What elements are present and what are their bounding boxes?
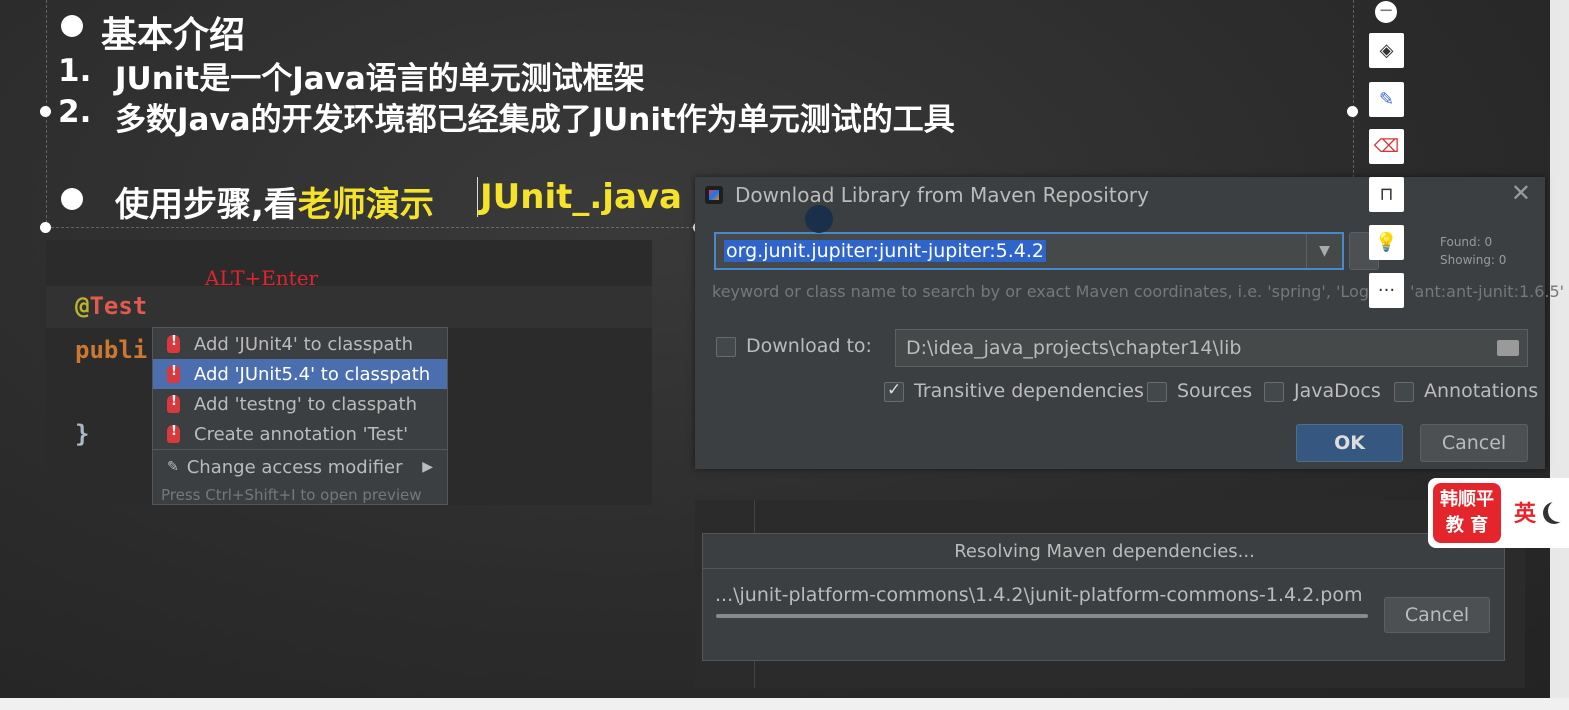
window-edge <box>1550 0 1569 698</box>
cancel-button[interactable]: Cancel <box>1420 424 1528 462</box>
minus-icon[interactable]: − <box>1375 1 1397 23</box>
error-bulb-icon <box>167 364 180 383</box>
intention-label: Add 'testng' to classpath <box>194 393 417 415</box>
sources-label: Sources <box>1177 380 1253 402</box>
search-hint: keyword or class name to search by or ex… <box>712 282 1565 301</box>
intention-actions-popup: Add 'JUnit4' to classpath Add 'JUnit5.4'… <box>152 327 448 505</box>
javadocs-checkbox[interactable] <box>1264 382 1284 402</box>
intention-label: Change access modifier <box>186 456 403 478</box>
submenu-arrow-icon: ▶ <box>422 459 433 475</box>
close-icon[interactable]: ✕ <box>1511 179 1531 207</box>
resolving-title: Resolving Maven dependencies... <box>954 541 1255 562</box>
logo-line-1: 韩顺平 <box>1440 489 1494 510</box>
intention-add-testng[interactable]: Add 'testng' to classpath <box>153 389 447 419</box>
point-1-text: JUnit是一个Java语言的单元测试框架 <box>115 61 645 97</box>
intention-create-annotation[interactable]: Create annotation 'Test' <box>153 419 447 449</box>
intention-label: Add 'JUnit5.4' to classpath <box>194 363 431 385</box>
showing-count: Showing: 0 <box>1440 253 1507 267</box>
intention-add-junit5[interactable]: Add 'JUnit5.4' to classpath <box>153 359 447 389</box>
window-edge-bottom <box>0 698 1569 710</box>
resolving-dependencies-dialog: Resolving Maven dependencies... ...\juni… <box>702 533 1505 661</box>
frame-icon[interactable]: ⊓ <box>1369 177 1404 212</box>
slide-heading: 基本介绍 <box>101 15 246 56</box>
error-bulb-icon <box>167 394 180 413</box>
shortcut-annotation: ALT+Enter <box>205 266 319 290</box>
lightbulb-icon[interactable]: 💡 <box>1369 225 1404 260</box>
preview-hint: Press Ctrl+Shift+I to open preview <box>161 486 422 504</box>
point-2-text: 多数Java的开发环境都已经集成了JUnit作为单元测试的工具 <box>115 102 955 138</box>
bullet-icon <box>61 15 83 37</box>
download-to-checkbox[interactable] <box>716 337 736 357</box>
search-value: org.junit.jupiter:junit-jupiter:5.4.2 <box>724 240 1046 262</box>
brand-logo: 韩顺平 教 育 英 <box>1428 478 1569 548</box>
usage-highlight: 老师演示 <box>297 185 434 225</box>
mouse-cursor-icon <box>805 205 833 233</box>
resolving-path: ...\junit-platform-commons\1.4.2\junit-p… <box>715 584 1363 606</box>
code-annotation: @Test <box>75 292 147 320</box>
dialog-divider <box>703 568 1504 569</box>
code-closing-brace: } <box>75 420 90 448</box>
code-line-public: publi <box>75 336 148 364</box>
resolving-progress-bar <box>716 614 1368 618</box>
progress-fill <box>716 614 1368 618</box>
point-1-number: 1. <box>58 53 92 89</box>
sources-checkbox[interactable] <box>1147 382 1167 402</box>
intention-change-access-modifier[interactable]: ✎ Change access modifier ▶ <box>153 452 447 482</box>
more-icon[interactable]: ··· <box>1369 273 1404 308</box>
annotations-label: Annotations <box>1424 380 1539 402</box>
resize-handle[interactable] <box>40 106 51 117</box>
logo-line-2: 教 育 <box>1445 515 1489 536</box>
logo-badge: 韩顺平 教 育 <box>1433 483 1501 543</box>
download-path-value: D:\idea_java_projects\chapter14\lib <box>906 337 1242 359</box>
pencil-icon: ✎ <box>167 459 179 475</box>
annotation-at: @ <box>75 292 90 320</box>
usage-line: 使用步骤,看老师演示 <box>115 177 434 226</box>
moon-icon <box>1548 500 1569 522</box>
intention-add-junit4[interactable]: Add 'JUnit4' to classpath <box>153 329 447 359</box>
annotations-checkbox[interactable] <box>1394 382 1414 402</box>
maven-search-input[interactable]: org.junit.jupiter:junit-jupiter:5.4.2 ▼ <box>714 232 1344 270</box>
found-count: Found: 0 <box>1440 235 1493 249</box>
brush-icon[interactable]: ✎ <box>1369 82 1404 117</box>
ok-button[interactable]: OK <box>1296 424 1403 462</box>
transitive-dependencies-checkbox[interactable] <box>884 380 904 402</box>
download-to-label: Download to: <box>746 335 872 357</box>
error-bulb-icon <box>167 424 180 443</box>
eraser-icon[interactable]: ⌫ <box>1369 129 1404 164</box>
javadocs-label: JavaDocs <box>1294 380 1381 402</box>
error-bulb-icon <box>167 334 180 353</box>
resolving-cancel-button[interactable]: Cancel <box>1384 597 1490 633</box>
point-2-number: 2. <box>58 94 92 130</box>
folder-icon[interactable] <box>1497 340 1519 356</box>
download-path-field[interactable]: D:\idea_java_projects\chapter14\lib <box>895 329 1528 367</box>
intellij-icon <box>705 186 723 204</box>
resize-handle[interactable] <box>40 222 51 233</box>
resize-handle[interactable] <box>1347 106 1358 117</box>
transitive-dependencies-label: Transitive dependencies <box>914 380 1144 402</box>
layers-icon[interactable]: ◈ <box>1369 33 1404 68</box>
input-language-indicator[interactable]: 英 <box>1514 496 1536 528</box>
dialog-title: Download Library from Maven Repository <box>735 183 1149 207</box>
chevron-down-icon[interactable]: ▼ <box>1306 234 1342 268</box>
bullet-icon <box>61 188 83 210</box>
intention-label: Create annotation 'Test' <box>194 423 409 445</box>
menu-separator <box>153 449 447 450</box>
usage-file: JUnit_.java <box>477 177 682 217</box>
search-results-count: Found: 0 Showing: 0 <box>1440 233 1506 269</box>
annotation-name: Test <box>89 292 148 320</box>
usage-prefix: 使用步骤,看 <box>115 185 298 225</box>
intention-label: Add 'JUnit4' to classpath <box>194 333 413 355</box>
